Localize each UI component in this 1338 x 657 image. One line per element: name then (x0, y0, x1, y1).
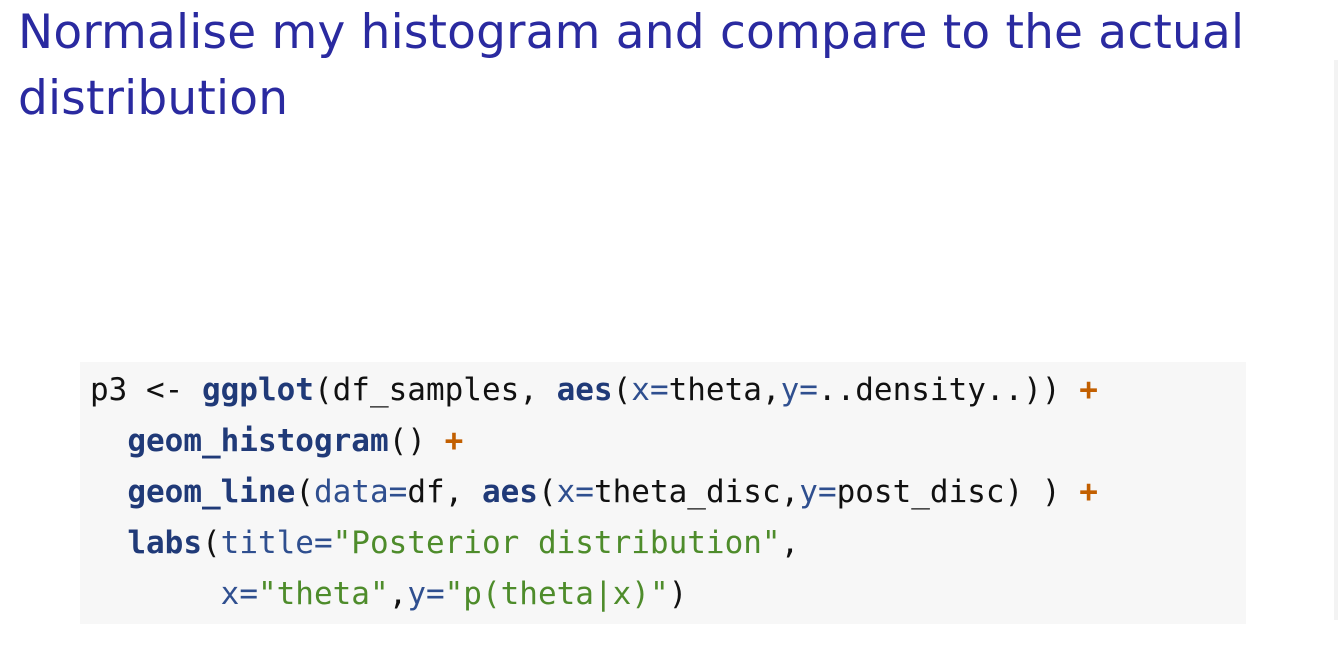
code-token: , (388, 576, 408, 612)
code-token: ( (612, 372, 632, 408)
code-block: p3 <- ggplot(df_samples, aes(x=theta,y=.… (80, 362, 1246, 624)
code-token: post_disc) ) (836, 474, 1080, 510)
code-token: labs (127, 525, 202, 561)
scrollbar[interactable] (1334, 60, 1338, 620)
code-token: + (1079, 474, 1098, 510)
code-token: ..density..)) (817, 372, 1080, 408)
code-line: p3 <- ggplot(df_samples, aes(x=theta,y=.… (90, 372, 1098, 408)
code-token: aes (481, 474, 538, 510)
code-token: x= (556, 474, 594, 510)
code-token: theta_disc, (593, 474, 800, 510)
code-token: geom_histogram (127, 423, 389, 459)
code-token: + (444, 423, 464, 459)
code-line: geom_line(data=df, aes(x=theta_disc,y=po… (90, 474, 1098, 510)
code-listing: p3 <- ggplot(df_samples, aes(x=theta,y=.… (90, 365, 1098, 620)
code-token: "Posterior distribution" (332, 525, 781, 561)
code-token: (df_samples, (313, 372, 557, 408)
code-token: title= (220, 525, 333, 561)
code-token: () (388, 423, 445, 459)
code-token: x= (631, 372, 669, 408)
slide-title: Normalise my histogram and compare to th… (18, 5, 1245, 126)
code-token: data= (313, 474, 408, 510)
code-token: "theta" (257, 576, 389, 612)
code-token: "p(theta|x)" (444, 576, 669, 612)
code-line: geom_histogram() + (90, 423, 463, 459)
code-token: aes (556, 372, 613, 408)
code-token: ( (537, 474, 557, 510)
code-token: ggplot (201, 372, 314, 408)
code-token: ( (295, 474, 314, 510)
code-token: p3 <- (90, 372, 202, 408)
code-token: y= (780, 372, 818, 408)
code-token: x= (220, 576, 258, 612)
code-token: + (1079, 372, 1098, 408)
code-token: , (780, 525, 800, 561)
code-token: geom_line (127, 474, 296, 510)
slide: Normalise my histogram and compare to th… (0, 0, 1338, 657)
code-token: ( (201, 525, 221, 561)
code-line: x="theta",y="p(theta|x)") (90, 576, 688, 612)
code-token: y= (407, 576, 445, 612)
code-token: y= (799, 474, 837, 510)
code-token: df, (407, 474, 482, 510)
code-line: labs(title="Posterior distribution", (90, 525, 799, 561)
code-token: theta, (668, 372, 781, 408)
code-token: ) (668, 576, 688, 612)
